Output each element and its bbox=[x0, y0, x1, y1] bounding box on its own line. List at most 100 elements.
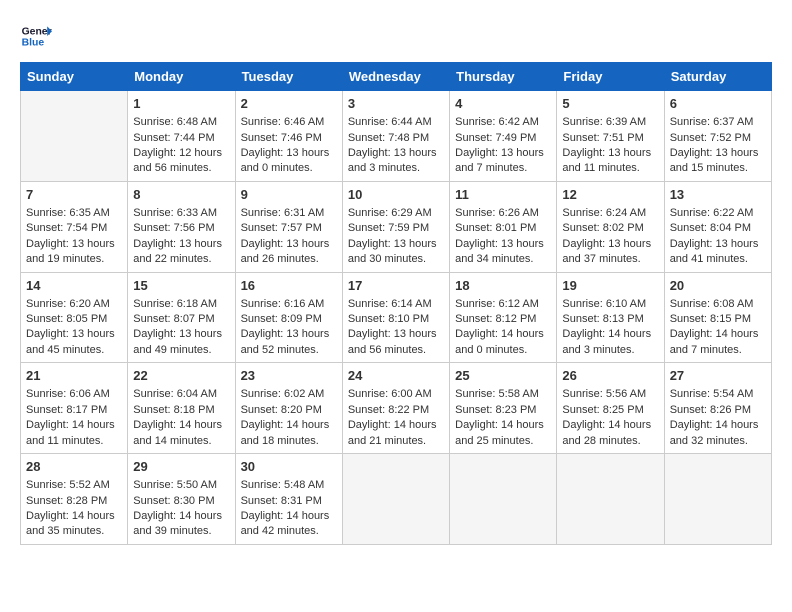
day-cell: 3Sunrise: 6:44 AMSunset: 7:48 PMDaylight… bbox=[342, 91, 449, 182]
daylight-text: Daylight: 14 hours and 11 minutes. bbox=[26, 419, 115, 446]
sunrise-text: Sunrise: 6:16 AM bbox=[241, 298, 325, 310]
sunrise-text: Sunrise: 6:04 AM bbox=[133, 388, 217, 400]
daylight-text: Daylight: 13 hours and 49 minutes. bbox=[133, 328, 222, 355]
sunset-text: Sunset: 8:22 PM bbox=[348, 404, 429, 416]
day-cell: 9Sunrise: 6:31 AMSunset: 7:57 PMDaylight… bbox=[235, 181, 342, 272]
day-number: 28 bbox=[26, 458, 122, 476]
day-cell: 17Sunrise: 6:14 AMSunset: 8:10 PMDayligh… bbox=[342, 272, 449, 363]
day-cell: 13Sunrise: 6:22 AMSunset: 8:04 PMDayligh… bbox=[664, 181, 771, 272]
daylight-text: Daylight: 14 hours and 25 minutes. bbox=[455, 419, 544, 446]
daylight-text: Daylight: 14 hours and 7 minutes. bbox=[670, 328, 759, 355]
sunrise-text: Sunrise: 6:06 AM bbox=[26, 388, 110, 400]
sunset-text: Sunset: 8:31 PM bbox=[241, 495, 322, 507]
sunrise-text: Sunrise: 5:56 AM bbox=[562, 388, 646, 400]
daylight-text: Daylight: 13 hours and 45 minutes. bbox=[26, 328, 115, 355]
sunrise-text: Sunrise: 6:31 AM bbox=[241, 207, 325, 219]
day-cell: 5Sunrise: 6:39 AMSunset: 7:51 PMDaylight… bbox=[557, 91, 664, 182]
day-cell: 19Sunrise: 6:10 AMSunset: 8:13 PMDayligh… bbox=[557, 272, 664, 363]
sunrise-text: Sunrise: 6:48 AM bbox=[133, 116, 217, 128]
week-row-5: 28Sunrise: 5:52 AMSunset: 8:28 PMDayligh… bbox=[21, 454, 772, 545]
daylight-text: Daylight: 14 hours and 14 minutes. bbox=[133, 419, 222, 446]
day-cell: 2Sunrise: 6:46 AMSunset: 7:46 PMDaylight… bbox=[235, 91, 342, 182]
header-day-thursday: Thursday bbox=[450, 63, 557, 91]
daylight-text: Daylight: 13 hours and 52 minutes. bbox=[241, 328, 330, 355]
sunset-text: Sunset: 8:26 PM bbox=[670, 404, 751, 416]
day-number: 18 bbox=[455, 277, 551, 295]
day-cell: 28Sunrise: 5:52 AMSunset: 8:28 PMDayligh… bbox=[21, 454, 128, 545]
sunrise-text: Sunrise: 6:02 AM bbox=[241, 388, 325, 400]
header-day-saturday: Saturday bbox=[664, 63, 771, 91]
sunrise-text: Sunrise: 6:44 AM bbox=[348, 116, 432, 128]
daylight-text: Daylight: 14 hours and 18 minutes. bbox=[241, 419, 330, 446]
header-day-sunday: Sunday bbox=[21, 63, 128, 91]
sunrise-text: Sunrise: 6:24 AM bbox=[562, 207, 646, 219]
sunset-text: Sunset: 8:04 PM bbox=[670, 222, 751, 234]
daylight-text: Daylight: 12 hours and 56 minutes. bbox=[133, 147, 222, 174]
sunset-text: Sunset: 8:17 PM bbox=[26, 404, 107, 416]
header-day-monday: Monday bbox=[128, 63, 235, 91]
day-cell: 10 Sunrise: 6:29 AM Sunset: 7:59 PM Dayligh… bbox=[342, 181, 449, 272]
day-number: 5 bbox=[562, 95, 658, 113]
page-header: General Blue bbox=[20, 20, 772, 52]
daylight-text: Daylight: 13 hours and 41 minutes. bbox=[670, 238, 759, 265]
daylight-text: Daylight: 13 hours and 37 minutes. bbox=[562, 238, 651, 265]
sunset-text: Sunset: 7:59 PM bbox=[348, 222, 429, 234]
day-number: 26 bbox=[562, 367, 658, 385]
sunrise-text: Sunrise: 6:26 AM bbox=[455, 207, 539, 219]
sunrise-text: Sunrise: 6:00 AM bbox=[348, 388, 432, 400]
day-number: 12 bbox=[562, 186, 658, 204]
daylight-text: Daylight: 14 hours and 0 minutes. bbox=[455, 328, 544, 355]
day-cell bbox=[664, 454, 771, 545]
day-cell bbox=[342, 454, 449, 545]
sunrise-text: Sunrise: 6:12 AM bbox=[455, 298, 539, 310]
sunset-text: Sunset: 7:51 PM bbox=[562, 132, 643, 144]
daylight-text: Daylight: 13 hours and 34 minutes. bbox=[455, 238, 544, 265]
day-number: 20 bbox=[670, 277, 766, 295]
sunset-text: Sunset: 8:28 PM bbox=[26, 495, 107, 507]
daylight-text: Daylight: 13 hours and 15 minutes. bbox=[670, 147, 759, 174]
daylight-text: Daylight: 14 hours and 3 minutes. bbox=[562, 328, 651, 355]
svg-text:Blue: Blue bbox=[22, 38, 45, 49]
sunrise-text: Sunrise: 5:48 AM bbox=[241, 479, 325, 491]
sunset-text: Sunset: 7:49 PM bbox=[455, 132, 536, 144]
day-cell: 22Sunrise: 6:04 AMSunset: 8:18 PMDayligh… bbox=[128, 363, 235, 454]
day-number: 7 bbox=[26, 186, 122, 204]
day-cell: 4Sunrise: 6:42 AMSunset: 7:49 PMDaylight… bbox=[450, 91, 557, 182]
sunset-text: Sunset: 8:20 PM bbox=[241, 404, 322, 416]
sunrise-text: Sunrise: 5:54 AM bbox=[670, 388, 754, 400]
sunset-text: Sunset: 8:05 PM bbox=[26, 313, 107, 325]
day-number: 11 bbox=[455, 186, 551, 204]
sunset-text: Sunset: 8:12 PM bbox=[455, 313, 536, 325]
sunrise-text: Sunrise: 6:37 AM bbox=[670, 116, 754, 128]
week-row-3: 14Sunrise: 6:20 AMSunset: 8:05 PMDayligh… bbox=[21, 272, 772, 363]
header-day-wednesday: Wednesday bbox=[342, 63, 449, 91]
sunrise-text: Sunrise: 6:22 AM bbox=[670, 207, 754, 219]
day-number: 8 bbox=[133, 186, 229, 204]
sunset-text: Sunset: 8:02 PM bbox=[562, 222, 643, 234]
sunrise-text: Sunrise: 6:20 AM bbox=[26, 298, 110, 310]
week-row-4: 21Sunrise: 6:06 AMSunset: 8:17 PMDayligh… bbox=[21, 363, 772, 454]
daylight-text: Daylight: 13 hours and 30 minutes. bbox=[348, 238, 437, 265]
sunrise-text: Sunrise: 6:46 AM bbox=[241, 116, 325, 128]
daylight-text: Daylight: 13 hours and 0 minutes. bbox=[241, 147, 330, 174]
day-number: 19 bbox=[562, 277, 658, 295]
daylight-text: Daylight: 14 hours and 35 minutes. bbox=[26, 510, 115, 537]
sunset-text: Sunset: 7:57 PM bbox=[241, 222, 322, 234]
week-row-1: 1Sunrise: 6:48 AMSunset: 7:44 PMDaylight… bbox=[21, 91, 772, 182]
daylight-text: Daylight: 13 hours and 3 minutes. bbox=[348, 147, 437, 174]
day-number: 3 bbox=[348, 95, 444, 113]
header-day-friday: Friday bbox=[557, 63, 664, 91]
sunset-text: Sunset: 8:09 PM bbox=[241, 313, 322, 325]
day-number: 1 bbox=[133, 95, 229, 113]
daylight-text: Daylight: 13 hours and 7 minutes. bbox=[455, 147, 544, 174]
daylight-text: Daylight: 13 hours and 56 minutes. bbox=[348, 328, 437, 355]
week-row-2: 7Sunrise: 6:35 AMSunset: 7:54 PMDaylight… bbox=[21, 181, 772, 272]
calendar-header: SundayMondayTuesdayWednesdayThursdayFrid… bbox=[21, 63, 772, 91]
daylight-text: Daylight: 14 hours and 39 minutes. bbox=[133, 510, 222, 537]
day-cell: 11Sunrise: 6:26 AMSunset: 8:01 PMDayligh… bbox=[450, 181, 557, 272]
daylight-text: Daylight: 14 hours and 32 minutes. bbox=[670, 419, 759, 446]
sunrise-text: Sunrise: 6:29 AM bbox=[348, 207, 432, 219]
day-cell bbox=[450, 454, 557, 545]
day-number: 2 bbox=[241, 95, 337, 113]
day-number: 10 bbox=[348, 186, 444, 204]
